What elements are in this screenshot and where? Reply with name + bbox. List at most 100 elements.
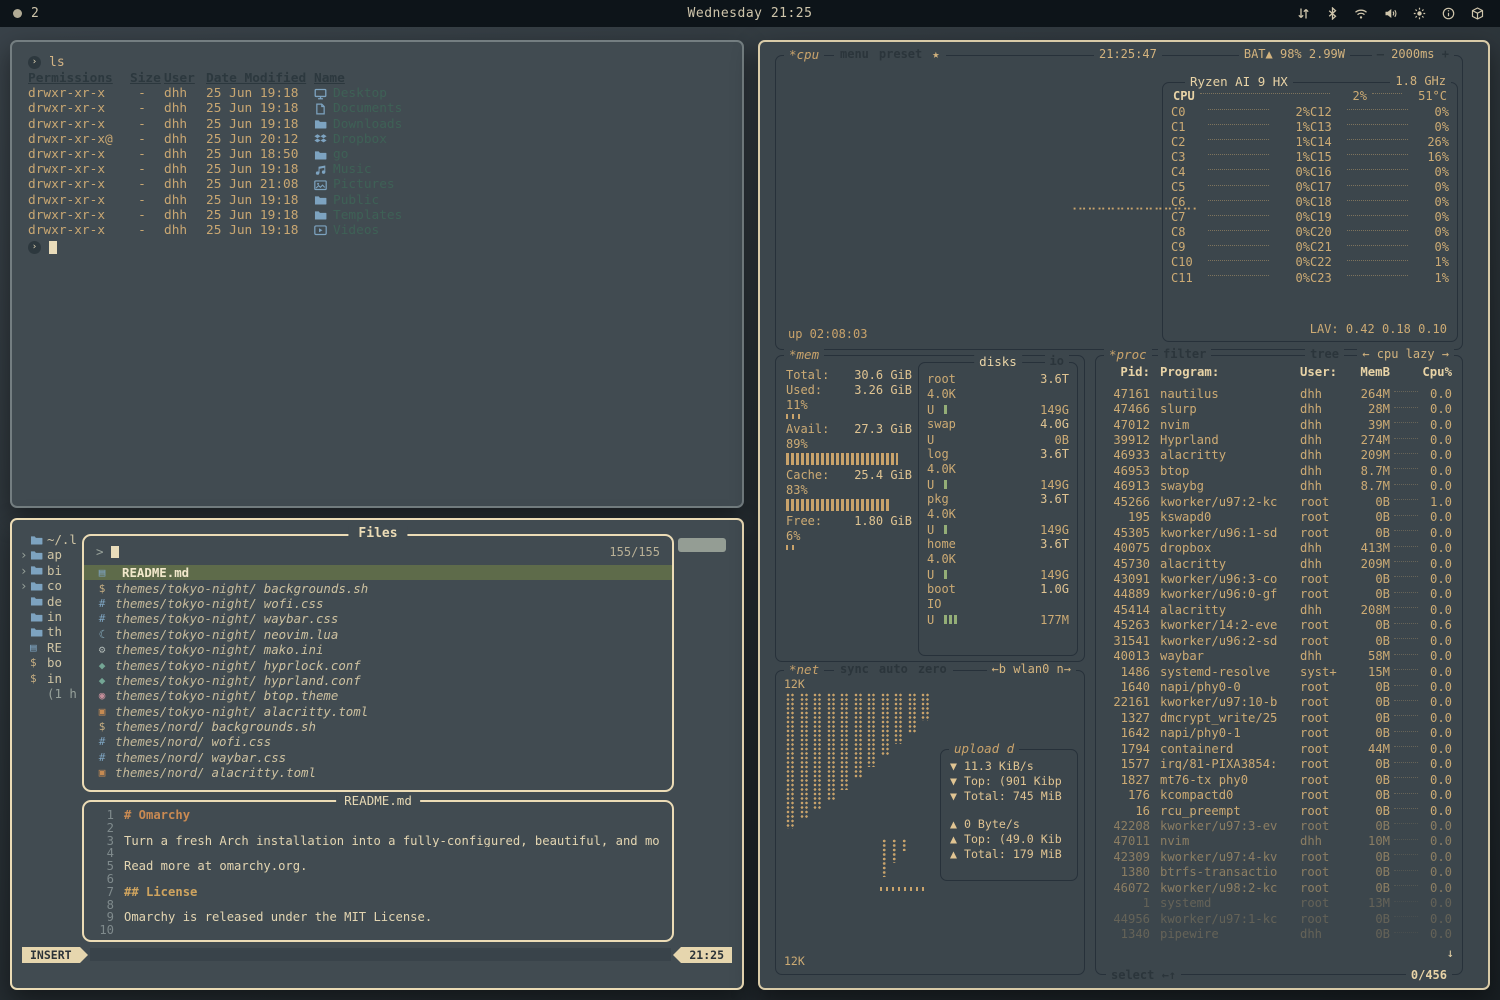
process-row[interactable]: 45305 kworker/u96:1-sd root 0B 0.0 [1106, 525, 1452, 540]
net-buttons: sync auto zero [834, 662, 953, 676]
core-row: C1 1% [1171, 119, 1310, 134]
process-row[interactable]: 1 systemd root 13M 0.0 [1106, 895, 1452, 910]
process-row[interactable]: 1794 containerd root 44M 0.0 [1106, 741, 1452, 756]
tree-item[interactable]: › co [20, 578, 90, 593]
process-row[interactable]: 44889 kworker/u96:0-gf root 0B 0.0 [1106, 587, 1452, 602]
prompt-line[interactable]: › ls [28, 54, 726, 70]
tree-item[interactable]: $ in [20, 671, 90, 686]
picker-item[interactable]: # themes/nord/waybar.css [84, 750, 672, 765]
process-row[interactable]: 1327 dmcrypt_write/25 root 0B 0.0 [1106, 710, 1452, 725]
tree-item[interactable]: in [20, 609, 90, 624]
process-row[interactable]: 1827 mt76-tx phy0 root 0B 0.0 [1106, 772, 1452, 787]
picker-item[interactable]: # themes/nord/wofi.css [84, 734, 672, 749]
picker-item[interactable]: ◆ themes/tokyo-night/hyprlock.conf [84, 657, 672, 672]
process-row[interactable]: 31541 kworker/u96:2-sd root 0B 0.0 [1106, 633, 1452, 648]
conf-file-icon: ◆ [96, 659, 108, 672]
tree-toggle-button[interactable]: tree [1305, 347, 1344, 361]
header-mem[interactable]: MemB [1346, 365, 1390, 379]
system-tray [1296, 7, 1500, 21]
process-row[interactable]: 47161 nautilus dhh 264M 0.0 [1106, 386, 1452, 401]
process-row[interactable]: 40013 waybar dhh 58M 0.0 [1106, 648, 1452, 663]
brightness-icon[interactable] [1412, 7, 1426, 21]
process-row[interactable]: 1640 napi/phy0-0 root 0B 0.0 [1106, 679, 1452, 694]
process-row[interactable]: 46913 swaybg dhh 8.7M 0.0 [1106, 479, 1452, 494]
process-row[interactable]: 46953 btop dhh 8.7M 0.0 [1106, 463, 1452, 478]
process-row[interactable]: 22161 kworker/u97:10-b root 0B 0.0 [1106, 695, 1452, 710]
memory-box: *mem Total:30.6 GiB Used:3.26 GiB 11% Av… [775, 355, 1085, 662]
preset-button[interactable]: preset [879, 47, 922, 61]
arrows-vertical-icon[interactable] [1296, 7, 1310, 21]
process-row[interactable]: 42309 kworker/u97:4-kv root 0B 0.0 [1106, 849, 1452, 864]
process-row[interactable]: 46933 alacritty dhh 209M 0.0 [1106, 448, 1452, 463]
picker-item[interactable]: ▣ themes/tokyo-night/alacritty.toml [84, 704, 672, 719]
sort-selector[interactable]: ← cpu lazy → [1357, 347, 1454, 361]
process-row[interactable]: 45414 alacritty dhh 208M 0.0 [1106, 602, 1452, 617]
prompt-line-active[interactable]: › [28, 239, 726, 255]
io-mode-button[interactable]: io [1045, 354, 1069, 368]
interval-minus-button[interactable]: — [1377, 47, 1384, 61]
sh-icon: $ [30, 671, 43, 686]
sync-button[interactable]: sync [840, 662, 869, 676]
process-row[interactable]: 1642 napi/phy0-1 root 0B 0.0 [1106, 726, 1452, 741]
packages-icon[interactable] [1470, 7, 1484, 21]
picker-item[interactable]: # themes/tokyo-night/waybar.css [84, 611, 672, 626]
process-row[interactable]: 1340 pipewire dhh 0B 0.0 [1106, 926, 1452, 941]
picker-item[interactable]: ◉ themes/tokyo-night/btop.theme [84, 688, 672, 703]
process-row[interactable]: 46072 kworker/u98:2-kc root 0B 0.0 [1106, 880, 1452, 895]
picker-item[interactable]: ⚙ themes/tokyo-night/mako.ini [84, 642, 672, 657]
process-row[interactable]: 39912 Hyprland dhh 274M 0.0 [1106, 432, 1452, 447]
process-row[interactable]: 47011 nvim dhh 10M 0.0 [1106, 834, 1452, 849]
process-row[interactable]: 42208 kworker/u97:3-ev root 0B 0.0 [1106, 818, 1452, 833]
menu-button[interactable]: menu [840, 47, 869, 61]
picker-item[interactable]: ◆ themes/tokyo-night/hyprland.conf [84, 673, 672, 688]
preview-pane: README.md 1 # Omarchy 2 3 Turn a fresh A… [82, 800, 674, 942]
process-row[interactable]: 45266 kworker/u97:2-kc root 0B 1.0 [1106, 494, 1452, 509]
workspace-indicator[interactable]: 2 [0, 6, 39, 21]
tree-item[interactable]: (1 h [20, 686, 90, 701]
header-user[interactable]: User: [1300, 365, 1346, 379]
picker-item[interactable]: # themes/tokyo-night/wofi.css [84, 596, 672, 611]
process-row[interactable]: 1486 systemd-resolve syst+ 15M 0.0 [1106, 664, 1452, 679]
picker-item[interactable]: ▤ README.md [84, 565, 672, 580]
tree-item[interactable]: › bi [20, 563, 90, 578]
filter-button[interactable]: filter [1158, 347, 1211, 361]
tree-item[interactable]: th [20, 624, 90, 639]
header-program[interactable]: Program: [1150, 365, 1300, 379]
cpu-mini-graph [1394, 546, 1418, 547]
picker-item[interactable]: $ themes/tokyo-night/backgrounds.sh [84, 580, 672, 595]
auto-button[interactable]: auto [879, 662, 908, 676]
process-row[interactable]: 1577 irq/81-PIXA3854: root 0B 0.0 [1106, 757, 1452, 772]
picker-item[interactable]: ☾ themes/tokyo-night/neovim.lua [84, 627, 672, 642]
interface-switcher[interactable]: ←b wlan0 n→ [987, 662, 1076, 676]
interval-plus-button[interactable]: + [1442, 47, 1449, 61]
picker-item[interactable]: ▣ themes/nord/alacritty.toml [84, 765, 672, 780]
process-row[interactable]: 47466 slurp dhh 28M 0.0 [1106, 401, 1452, 416]
process-row[interactable]: 16 rcu_preempt root 0B 0.0 [1106, 803, 1452, 818]
picker-scrollbar-chip[interactable] [678, 538, 726, 552]
process-row[interactable]: 47012 nvim dhh 39M 0.0 [1106, 417, 1452, 432]
tree-item[interactable]: › ap [20, 547, 90, 562]
picker-results: ▤ README.md $ themes/tokyo-night/backgro… [84, 563, 672, 780]
cpu-mini-graph [1394, 700, 1418, 701]
zero-button[interactable]: zero [918, 662, 947, 676]
process-row[interactable]: 40075 dropbox dhh 413M 0.0 [1106, 540, 1452, 555]
tree-item[interactable]: $ bo [20, 655, 90, 670]
info-icon[interactable] [1441, 7, 1455, 21]
tree-item[interactable]: de [20, 594, 90, 609]
scroll-down-icon[interactable]: ↓ [1447, 946, 1454, 960]
process-row[interactable]: 45263 kworker/14:2-eve root 0B 0.6 [1106, 618, 1452, 633]
process-row[interactable]: 43091 kworker/u96:3-co root 0B 0.0 [1106, 571, 1452, 586]
process-row[interactable]: 1380 btrfs-transactio root 0B 0.0 [1106, 865, 1452, 880]
picker-item[interactable]: $ themes/nord/backgrounds.sh [84, 719, 672, 734]
header-cpu[interactable]: Cpu% [1390, 365, 1452, 379]
tree-item[interactable]: ▤ RE [20, 640, 90, 655]
tree-item[interactable]: ~/.l [20, 532, 90, 547]
process-row[interactable]: 45730 alacritty dhh 209M 0.0 [1106, 556, 1452, 571]
volume-icon[interactable] [1383, 7, 1397, 21]
process-row[interactable]: 195 kswapd0 root 0B 0.0 [1106, 510, 1452, 525]
process-row[interactable]: 44956 kworker/u97:1-kc root 0B 0.0 [1106, 911, 1452, 926]
process-row[interactable]: 176 kcompactd0 root 0B 0.0 [1106, 787, 1452, 802]
header-pid[interactable]: Pid: [1106, 365, 1150, 379]
wifi-icon[interactable] [1354, 7, 1368, 21]
bluetooth-icon[interactable] [1325, 7, 1339, 21]
